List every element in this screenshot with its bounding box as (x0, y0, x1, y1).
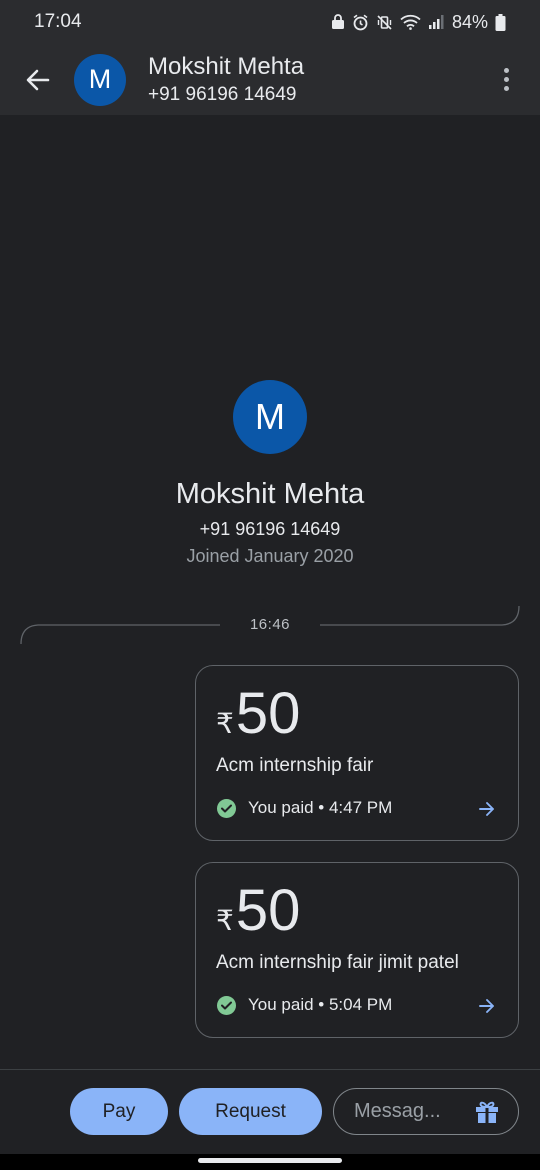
status-icons: 84% (331, 12, 506, 33)
pay-button[interactable]: Pay (70, 1088, 168, 1135)
profile-phone: +91 96196 14649 (199, 519, 341, 539)
amount-value: 50 (235, 681, 301, 746)
currency-symbol: ₹ (216, 708, 234, 739)
transaction-card[interactable]: ₹ 50 Acm internship fair You paid • 4:47… (195, 665, 519, 841)
more-options-button[interactable] (496, 62, 516, 98)
contact-header[interactable]: Mokshit Mehta +91 96196 14649 (148, 53, 304, 107)
transaction-amount: ₹ 50 (216, 682, 300, 746)
transaction-status: You paid • 5:04 PM (217, 995, 392, 1015)
contact-avatar[interactable]: M (74, 53, 126, 106)
message-input[interactable]: Messag... (333, 1088, 519, 1135)
request-button[interactable]: Request (179, 1088, 322, 1135)
transaction-status-text: You paid • 5:04 PM (248, 995, 393, 1014)
contact-name: Mokshit Mehta (148, 52, 305, 80)
back-button[interactable] (20, 62, 56, 98)
transaction-note: Acm internship fair (216, 755, 374, 776)
contact-phone: +91 96196 14649 (148, 83, 297, 105)
profile-name: Mokshit Mehta (175, 478, 365, 510)
timeline-time: 16:46 (249, 616, 291, 633)
bottom-action-bar: Pay Request Messag... (0, 1069, 540, 1154)
app-bar: M Mokshit Mehta +91 96196 14649 (0, 44, 540, 115)
amount-value: 50 (235, 878, 301, 943)
transaction-status: You paid • 4:47 PM (217, 798, 392, 818)
system-nav-bar (0, 1154, 540, 1170)
transaction-status-text: You paid • 4:47 PM (248, 798, 393, 817)
currency-symbol: ₹ (216, 905, 234, 936)
home-indicator[interactable] (198, 1158, 342, 1163)
profile-joined-date: Joined January 2020 (186, 546, 354, 566)
check-circle-icon (217, 995, 236, 1015)
profile-avatar: M (233, 380, 307, 454)
message-placeholder: Messag... (354, 1100, 441, 1122)
arrow-forward-icon[interactable] (478, 998, 496, 1014)
battery-icon (495, 13, 506, 31)
transaction-card[interactable]: ₹ 50 Acm internship fair jimit patel You… (195, 862, 519, 1038)
status-time: 17:04 (34, 11, 82, 32)
vibrate-mute-icon (377, 14, 392, 30)
arrow-back-icon (26, 69, 50, 90)
wifi-icon (400, 14, 421, 30)
lock-notification-icon (331, 14, 344, 29)
check-circle-icon (217, 798, 236, 818)
more-vert-icon (503, 68, 509, 73)
signal-icon (428, 15, 444, 29)
transaction-note: Acm internship fair jimit patel (216, 952, 459, 973)
gift-icon[interactable] (474, 1100, 500, 1124)
arrow-forward-icon[interactable] (478, 801, 496, 817)
status-bar: 17:04 84% (0, 0, 540, 44)
transaction-amount: ₹ 50 (216, 879, 300, 943)
alarm-icon (353, 14, 368, 30)
profile-section: M Mokshit Mehta +91 96196 14649 Joined J… (0, 380, 540, 567)
battery-percent: 84% (451, 11, 488, 32)
